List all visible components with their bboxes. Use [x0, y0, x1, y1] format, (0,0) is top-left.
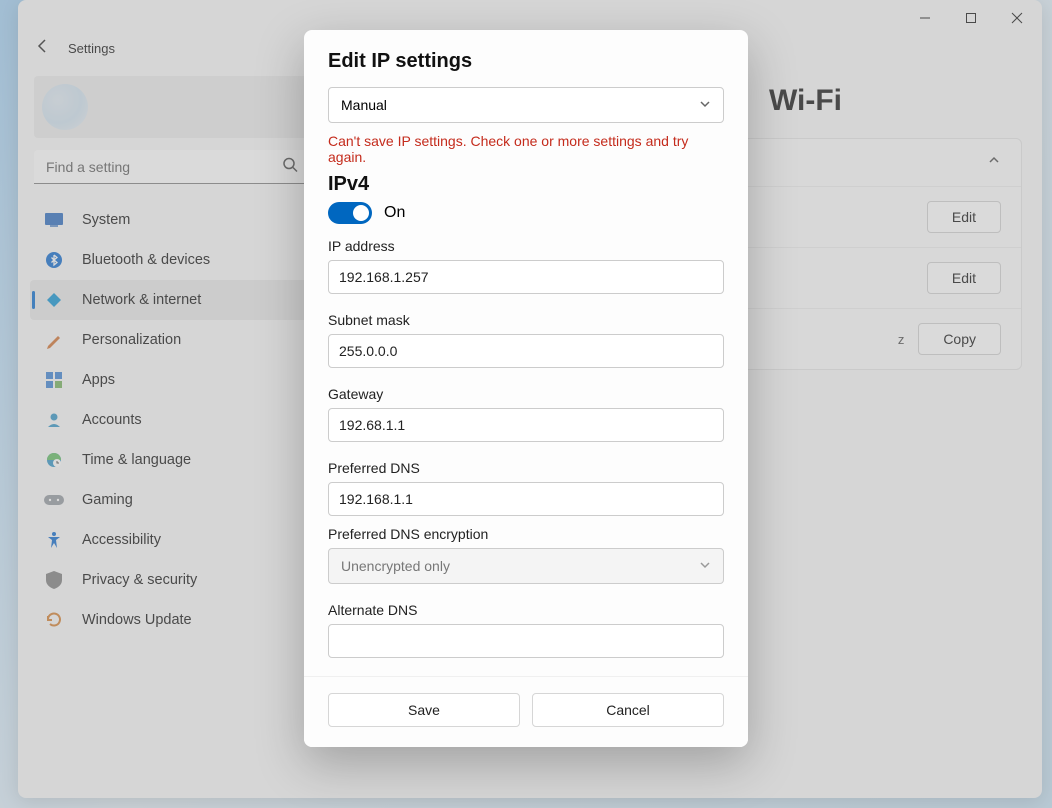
- ip-address-input[interactable]: [328, 260, 724, 294]
- gateway-label: Gateway: [328, 386, 724, 402]
- ip-mode-value: Manual: [341, 97, 387, 113]
- ipv4-heading: IPv4: [328, 173, 724, 196]
- subnet-mask-input[interactable]: [328, 334, 724, 368]
- error-message: Can't save IP settings. Check one or mor…: [328, 133, 724, 165]
- dialog-footer: Save Cancel: [304, 676, 748, 747]
- save-button[interactable]: Save: [328, 693, 520, 727]
- preferred-dns-label: Preferred DNS: [328, 460, 724, 476]
- preferred-dns-input[interactable]: [328, 482, 724, 516]
- subnet-mask-label: Subnet mask: [328, 312, 724, 328]
- modal-overlay: Edit IP settings Manual Can't save IP se…: [0, 0, 1052, 808]
- chevron-down-icon: [699, 558, 711, 574]
- alternate-dns-label: Alternate DNS: [328, 602, 724, 618]
- cancel-button[interactable]: Cancel: [532, 693, 724, 727]
- edit-ip-dialog: Edit IP settings Manual Can't save IP se…: [304, 30, 748, 747]
- alternate-dns-input[interactable]: [328, 624, 724, 658]
- ip-address-label: IP address: [328, 238, 724, 254]
- chevron-down-icon: [699, 97, 711, 113]
- ip-mode-select[interactable]: Manual: [328, 87, 724, 123]
- ipv4-toggle[interactable]: [328, 202, 372, 224]
- preferred-dns-enc-value: Unencrypted only: [341, 558, 450, 574]
- preferred-dns-enc-label: Preferred DNS encryption: [328, 526, 724, 542]
- preferred-dns-enc-select[interactable]: Unencrypted only: [328, 548, 724, 584]
- dialog-title: Edit IP settings: [328, 50, 724, 73]
- toggle-label: On: [384, 204, 405, 222]
- gateway-input[interactable]: [328, 408, 724, 442]
